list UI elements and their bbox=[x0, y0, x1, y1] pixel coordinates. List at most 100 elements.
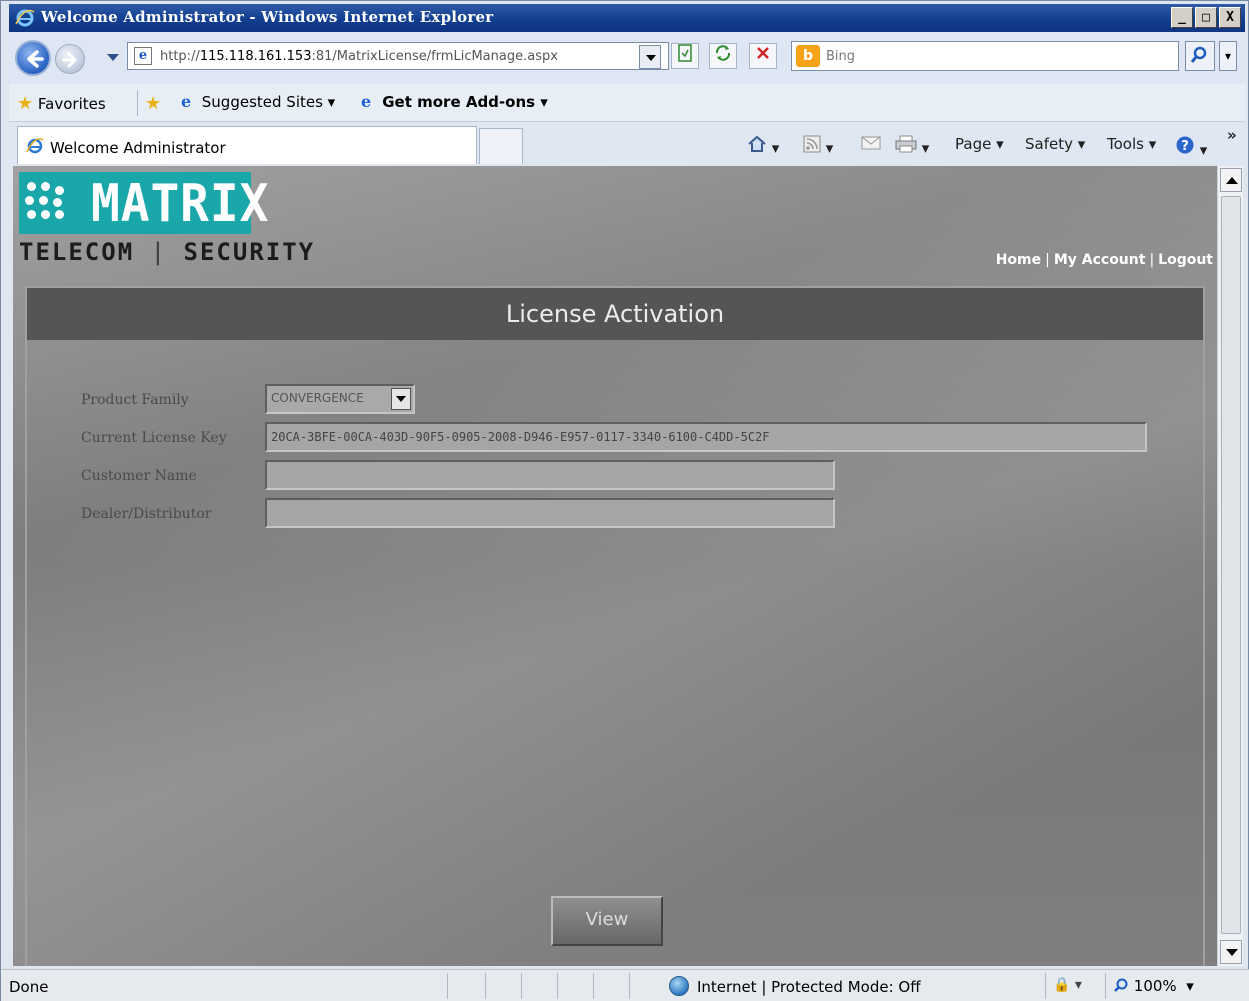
license-key-field[interactable]: 20CA-3BFE-00CA-403D-90F5-0905-2008-D946-… bbox=[265, 422, 1147, 452]
vertical-scrollbar[interactable] bbox=[1217, 166, 1243, 966]
status-cell bbox=[629, 973, 630, 999]
add-favorite-icon: ★ bbox=[145, 93, 162, 114]
status-cell bbox=[1105, 973, 1106, 999]
top-navigation: Home | My Account | Logout bbox=[995, 252, 1213, 268]
tab-welcome-administrator[interactable]: Welcome Administrator bbox=[17, 126, 477, 164]
help-menu[interactable]: ? ▾ bbox=[1175, 135, 1207, 159]
stop-icon bbox=[757, 47, 769, 59]
navigation-bar: e http://115.118.161.153:81/MatrixLicens… bbox=[9, 32, 1245, 84]
status-bar: Done Internet | Protected Mode: Off 🔒 ▾ … bbox=[1, 969, 1249, 1001]
dealer-distributor-label: Dealer/Distributor bbox=[81, 506, 212, 522]
page-content: MATRIX TELECOM | SECURITY Home | My Accoun… bbox=[13, 166, 1217, 966]
compatibility-view-button[interactable] bbox=[671, 43, 699, 69]
add-favorites-button[interactable]: ★ bbox=[145, 93, 161, 114]
feeds-command-button[interactable]: ▾ bbox=[803, 135, 833, 157]
globe-icon bbox=[669, 976, 689, 996]
home-icon bbox=[748, 135, 766, 152]
help-icon: ? bbox=[1176, 136, 1194, 154]
matrix-logo[interactable]: MATRIX bbox=[19, 172, 268, 234]
product-family-value: CONVERGENCE bbox=[271, 391, 364, 405]
stop-button[interactable] bbox=[749, 43, 777, 69]
status-text: Done bbox=[9, 978, 49, 996]
tab-title: Welcome Administrator bbox=[50, 139, 226, 157]
status-cell bbox=[557, 973, 558, 999]
status-cell bbox=[521, 973, 522, 999]
back-button[interactable] bbox=[15, 40, 51, 76]
browser-window: Welcome Administrator - Windows Internet… bbox=[0, 0, 1249, 1001]
panel-header: License Activation bbox=[27, 288, 1203, 340]
license-activation-panel: License Activation Product Family CONVER… bbox=[25, 286, 1205, 966]
page-title: License Activation bbox=[505, 300, 725, 328]
logo-tagline: TELECOM | SECURITY bbox=[19, 238, 316, 266]
my-account-link[interactable]: My Account bbox=[1054, 252, 1146, 268]
product-family-select[interactable]: CONVERGENCE bbox=[265, 384, 415, 414]
forward-arrow-icon bbox=[62, 52, 77, 68]
zoom-level[interactable]: 100% ▾ bbox=[1113, 977, 1194, 995]
favorites-button[interactable]: ★ Favorites bbox=[17, 93, 106, 114]
address-dropdown-button[interactable] bbox=[639, 45, 661, 69]
scroll-down-button[interactable] bbox=[1220, 940, 1242, 964]
get-addons-link[interactable]: e Get more Add-ons ▾ bbox=[361, 93, 548, 111]
address-bar[interactable]: e http://115.118.161.153:81/MatrixLicens… bbox=[127, 42, 669, 70]
minimize-button[interactable]: _ bbox=[1171, 7, 1193, 28]
rss-feed-icon bbox=[803, 135, 821, 153]
zoom-icon bbox=[1114, 978, 1128, 992]
scrollbar-thumb[interactable] bbox=[1221, 196, 1241, 934]
tab-command-bar: Welcome Administrator ▾ ▾ ▾ Page ▾ Safet… bbox=[9, 122, 1245, 164]
security-zone[interactable]: Internet | Protected Mode: Off bbox=[669, 976, 921, 996]
safety-menu[interactable]: Safety ▾ bbox=[1025, 135, 1085, 153]
search-placeholder: Bing bbox=[826, 49, 856, 64]
command-bar-overflow[interactable]: » bbox=[1227, 126, 1237, 144]
search-button[interactable] bbox=[1185, 41, 1215, 71]
compatibility-icon bbox=[678, 44, 692, 62]
view-button[interactable]: View bbox=[551, 896, 663, 946]
favorites-separator bbox=[137, 90, 138, 116]
status-cell bbox=[593, 973, 594, 999]
refresh-icon bbox=[715, 45, 731, 61]
favorites-bar: ★ Favorites ★ e Suggested Sites ▾ e Get … bbox=[9, 84, 1245, 122]
svg-text:?: ? bbox=[1181, 139, 1189, 154]
bing-icon: b bbox=[796, 45, 820, 67]
print-command-button[interactable]: ▾ bbox=[895, 135, 929, 157]
tools-menu[interactable]: Tools ▾ bbox=[1107, 135, 1156, 153]
forward-button[interactable] bbox=[55, 44, 85, 74]
status-cell bbox=[485, 973, 486, 999]
customer-name-label: Customer Name bbox=[81, 468, 197, 484]
title-bar: Welcome Administrator - Windows Internet… bbox=[9, 4, 1245, 32]
product-family-label: Product Family bbox=[81, 392, 189, 408]
home-command-button[interactable]: ▾ bbox=[747, 135, 779, 157]
customer-name-field[interactable] bbox=[265, 460, 835, 490]
logout-link[interactable]: Logout bbox=[1158, 252, 1213, 268]
search-options-button[interactable]: ▾ bbox=[1219, 41, 1237, 71]
page-menu[interactable]: Page ▾ bbox=[955, 135, 1004, 153]
recent-pages-dropdown[interactable] bbox=[107, 54, 119, 61]
mail-command-button[interactable] bbox=[861, 135, 881, 155]
lock-dropdown[interactable]: 🔒 ▾ bbox=[1053, 977, 1082, 993]
address-url: http://115.118.161.153:81/MatrixLicense/… bbox=[160, 49, 558, 64]
ie-page-icon: e bbox=[181, 92, 192, 111]
new-tab-button[interactable] bbox=[479, 128, 523, 164]
maximize-button[interactable]: □ bbox=[1195, 7, 1217, 28]
mail-icon bbox=[861, 136, 881, 150]
dealer-distributor-field[interactable] bbox=[265, 498, 835, 528]
matrix-dots-icon bbox=[25, 182, 73, 224]
license-key-label: Current License Key bbox=[81, 430, 227, 446]
search-box[interactable]: b Bing bbox=[791, 41, 1179, 71]
ie-page-icon: e bbox=[361, 92, 372, 111]
status-cell bbox=[1045, 973, 1046, 999]
page-icon: e bbox=[134, 47, 152, 65]
suggested-sites-link[interactable]: e Suggested Sites ▾ bbox=[181, 93, 335, 111]
scroll-up-button[interactable] bbox=[1220, 168, 1242, 192]
chevron-down-icon bbox=[391, 388, 411, 410]
search-icon bbox=[1190, 46, 1207, 63]
print-icon bbox=[895, 135, 917, 153]
home-link[interactable]: Home bbox=[996, 252, 1041, 268]
logo-text: MATRIX bbox=[91, 174, 270, 234]
star-icon: ★ bbox=[17, 93, 34, 114]
refresh-button[interactable] bbox=[709, 43, 737, 69]
back-arrow-icon bbox=[27, 50, 44, 68]
close-window-button[interactable]: X bbox=[1219, 7, 1241, 28]
status-cell bbox=[447, 973, 448, 999]
window-title: Welcome Administrator - Windows Internet… bbox=[41, 8, 494, 26]
ie-logo-icon bbox=[15, 9, 35, 27]
